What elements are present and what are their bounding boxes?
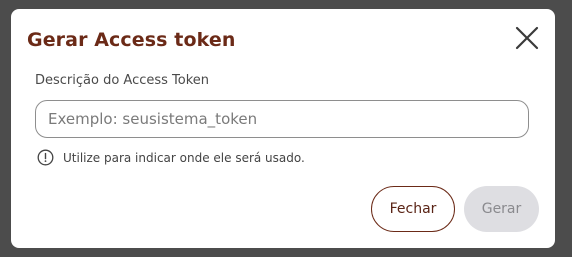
dialog-title: Gerar Access token bbox=[27, 29, 236, 51]
gerar-button[interactable]: Gerar bbox=[464, 186, 539, 232]
close-dialog-button[interactable] bbox=[512, 23, 542, 53]
token-description-label: Descrição do Access Token bbox=[35, 73, 210, 88]
token-description-input[interactable] bbox=[35, 100, 529, 138]
fechar-button-label: Fechar bbox=[389, 201, 437, 217]
fechar-button[interactable]: Fechar bbox=[371, 186, 455, 232]
gerar-button-label: Gerar bbox=[481, 201, 522, 217]
access-token-dialog: Gerar Access token Descrição do Access T… bbox=[11, 9, 555, 248]
input-hint: Utilize para indicar onde ele será usado… bbox=[37, 149, 305, 166]
close-icon bbox=[515, 26, 539, 50]
info-circle-icon bbox=[37, 149, 54, 166]
hint-text: Utilize para indicar onde ele será usado… bbox=[63, 150, 305, 165]
